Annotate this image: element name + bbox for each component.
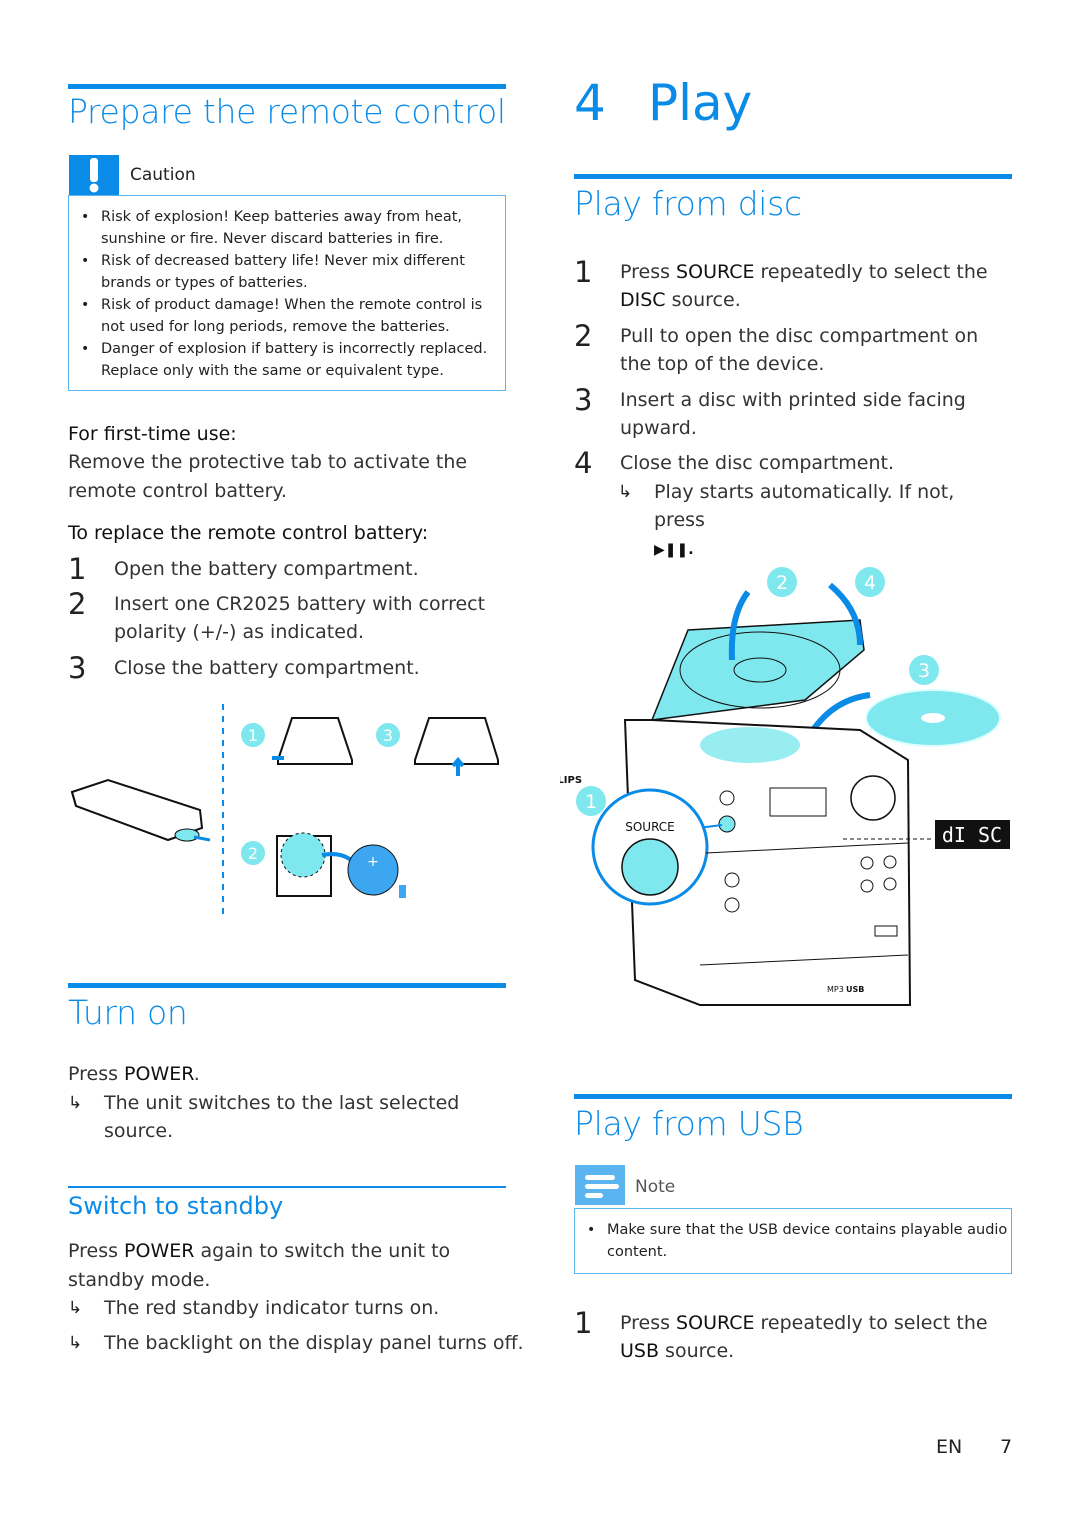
- battery-step: 1 Open the battery compartment.: [68, 552, 419, 586]
- remote-end-drawing-1: [277, 717, 353, 765]
- chapter-title: Play: [648, 74, 753, 132]
- standby-result: ↳ The red standby indicator turns on.: [68, 1294, 439, 1322]
- caution-box: Risk of explosion! Keep batteries away f…: [68, 195, 506, 391]
- footer-language: EN: [936, 1436, 963, 1458]
- disc-step: 4 Close the disc compartment.: [574, 446, 895, 480]
- disc-in-tray: [700, 727, 800, 763]
- panel-button: [724, 872, 740, 888]
- disc-step: 2 Pull to open the disc compartment on t…: [574, 319, 979, 376]
- mp3-logo: MP3: [827, 985, 844, 994]
- exclamation-icon: [89, 158, 99, 193]
- disc-hole: [921, 713, 945, 723]
- standby-instruction: Press POWER again to switch the unit to …: [68, 1240, 451, 1291]
- section-rule: [574, 1094, 1012, 1099]
- caution-list: Risk of explosion! Keep batteries away f…: [69, 206, 505, 382]
- protective-tab: [174, 828, 200, 842]
- turn-on-result: ↳ The unit switches to the last selected…: [68, 1089, 468, 1145]
- svg-text:4: 4: [864, 572, 876, 594]
- result-arrow-icon: ↳: [68, 1093, 83, 1113]
- section-title-standby: Switch to standby: [68, 1192, 284, 1220]
- lid-hub: [733, 657, 787, 683]
- display-readout-text: dI SC: [942, 823, 1002, 847]
- chapter-number: 4: [574, 74, 606, 132]
- section-title-usb: Play from USB: [574, 1104, 804, 1143]
- battery-icon: [399, 885, 406, 898]
- turn-on-instruction: Press POWER.: [68, 1063, 200, 1085]
- svg-text:2: 2: [776, 572, 788, 594]
- usb-logo: USB: [846, 985, 864, 994]
- disc-step: 1 Press SOURCE repeatedly to select the …: [574, 255, 988, 312]
- pull-arrow-icon: [193, 835, 211, 842]
- display-window: [769, 787, 827, 817]
- device-illustration: 2 4 3 PHILIPS 1 SOURCE dI SC MP3 USB: [560, 567, 1010, 1006]
- caution-item: Danger of explosion if battery is incorr…: [69, 338, 505, 382]
- result-arrow-icon: ↳: [68, 1333, 83, 1353]
- footer-page-number: 7: [1000, 1436, 1013, 1458]
- disc-step: 3 Insert a disc with printed side facing…: [574, 383, 966, 440]
- source-button: [718, 815, 736, 833]
- note-lines-icon: [585, 1175, 619, 1198]
- subsection-rule: [68, 1186, 506, 1188]
- battery-step: 2 Insert one CR2025 battery with correct…: [68, 587, 486, 644]
- note-list: Make sure that the USB device contains p…: [575, 1219, 1011, 1263]
- section-title-prepare: Prepare the remote control: [68, 92, 506, 131]
- section-rule: [574, 174, 1012, 179]
- first-use-heading: For first-time use:: [68, 423, 237, 445]
- caution-tag: [69, 155, 119, 195]
- panel-button: [883, 855, 897, 869]
- panel-button: [724, 897, 740, 913]
- callout-1-label: 1: [248, 726, 258, 745]
- section-rule: [68, 84, 506, 89]
- caution-item: Risk of product damage! When the remote …: [69, 294, 505, 338]
- usb-port: [874, 925, 898, 937]
- source-magnified-button: [621, 838, 679, 896]
- panel-button: [860, 856, 874, 870]
- cr2025-battery: [347, 844, 399, 896]
- panel-button: [860, 879, 874, 893]
- caution-item: Risk of explosion! Keep batteries away f…: [69, 206, 505, 250]
- insert-arrow-icon: [451, 756, 465, 776]
- power-button: [719, 790, 735, 806]
- section-rule: [68, 983, 506, 988]
- battery-plus-label: +: [367, 854, 379, 870]
- callout-3-label: 3: [383, 726, 393, 745]
- note-tag: [575, 1165, 625, 1205]
- note-box: Make sure that the USB device contains p…: [574, 1208, 1012, 1274]
- svg-text:1: 1: [585, 791, 597, 813]
- play-pause-icon: ▶❚❚.: [654, 542, 694, 558]
- note-item: Make sure that the USB device contains p…: [575, 1219, 1011, 1263]
- note-label: Note: [635, 1177, 676, 1197]
- callout-2-label: 2: [248, 844, 258, 863]
- usb-step: 1 Press SOURCE repeatedly to select the …: [574, 1306, 988, 1363]
- remote-battery-illustration: 1 3 2 +: [70, 704, 499, 918]
- standby-result: ↳ The backlight on the display panel tur…: [68, 1329, 524, 1357]
- vol-knob: [850, 775, 896, 821]
- first-use-text: Remove the protective tab to activate th…: [68, 451, 468, 502]
- disc-result: ↳ Play starts automatically. If not, pre…: [618, 478, 998, 564]
- brand-logo: PHILIPS: [560, 775, 582, 786]
- replace-heading: To replace the remote control battery:: [68, 522, 429, 544]
- caution-item: Risk of decreased battery life! Never mi…: [69, 250, 505, 294]
- battery-slot: [280, 832, 326, 878]
- remote-end-drawing-3: [414, 717, 499, 765]
- svg-text:3: 3: [918, 660, 930, 682]
- panel-button: [883, 877, 897, 891]
- section-title-turn-on: Turn on: [68, 993, 188, 1032]
- result-arrow-icon: ↳: [618, 482, 633, 502]
- source-magnifier-label: SOURCE: [625, 820, 675, 834]
- result-arrow-icon: ↳: [68, 1298, 83, 1318]
- battery-step: 3 Close the battery compartment.: [68, 651, 420, 685]
- caution-label: Caution: [130, 165, 196, 185]
- section-title-disc: Play from disc: [574, 184, 802, 223]
